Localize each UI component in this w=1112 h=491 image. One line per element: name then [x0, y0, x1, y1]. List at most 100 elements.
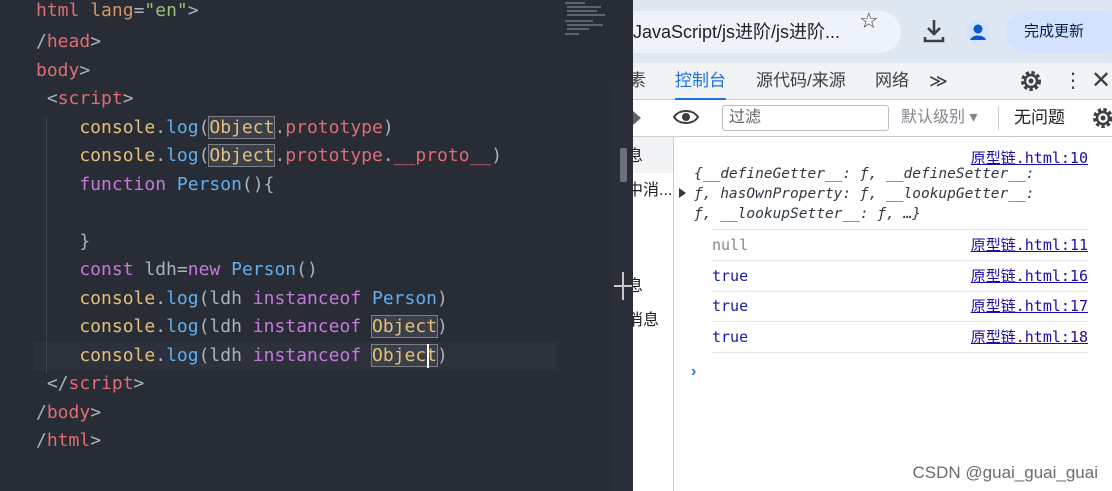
code-token: html [36, 0, 80, 21]
code-line[interactable]: console.log(ldh instanceof Object) [36, 342, 448, 370]
code-token: console [36, 316, 156, 337]
console-settings-gear-icon[interactable] [1090, 105, 1112, 131]
code-token: ldh [209, 288, 253, 309]
code-token: > [90, 31, 102, 52]
code-line[interactable]: console.log(Object.prototype.__proto__) [36, 142, 502, 170]
code-token: Object [370, 315, 439, 338]
tab-console[interactable]: 控制台 [675, 63, 726, 100]
code-token: ) [382, 117, 394, 138]
code-token: > [133, 373, 145, 394]
more-tabs-icon[interactable]: ≫ [929, 63, 948, 99]
code-token: ( [198, 316, 210, 337]
code-token: . [274, 145, 286, 166]
code-token: html [46, 430, 91, 451]
code-token: . [155, 145, 167, 166]
expand-triangle-icon[interactable] [679, 188, 686, 198]
download-icon[interactable] [921, 17, 947, 45]
log-value: true [712, 297, 749, 315]
code-token: . [382, 145, 394, 166]
issues-counter[interactable]: 无问题 [1014, 100, 1065, 136]
code-token: ( [198, 117, 210, 138]
code-line[interactable]: <script> [36, 85, 134, 113]
source-link[interactable]: 原型链.html:16 [971, 261, 1088, 291]
log-levels-dropdown[interactable]: 默认级别 ▾ [901, 100, 977, 136]
code-token: . [155, 288, 167, 309]
tab-sources[interactable]: 源代码/来源 [756, 63, 846, 99]
close-icon[interactable]: ✕ [1091, 64, 1111, 98]
code-token: / [36, 31, 47, 52]
code-line[interactable]: html lang="en"> [36, 0, 199, 25]
console-prompt[interactable]: › [691, 363, 696, 381]
url-text[interactable]: JavaScript/js进阶/js进阶... [633, 11, 840, 53]
code-line[interactable]: function Person(){ [36, 171, 274, 199]
code-line[interactable]: const ldh=new Person() [36, 256, 317, 284]
source-link[interactable]: 原型链.html:17 [971, 291, 1088, 321]
code-line[interactable]: console.log(ldh instanceof Object) [36, 313, 448, 341]
sidebar-item-user-messages[interactable]: 中消... [633, 180, 672, 202]
code-token: ) [491, 145, 503, 166]
object-preview[interactable]: {__defineGetter__: ƒ, __defineSetter__: … [694, 164, 1054, 224]
log-value: true [712, 328, 749, 346]
sidebar-item-messages[interactable]: 息 [633, 146, 643, 168]
code-token: instanceof [252, 288, 362, 309]
code-token: > [90, 430, 102, 451]
tab-elements[interactable]: 素 [633, 63, 646, 99]
scrollbar-thumb[interactable] [620, 148, 627, 182]
code-token: . [155, 117, 167, 138]
editor-scrollbar[interactable] [612, 82, 633, 491]
text-cursor [427, 344, 429, 368]
update-button[interactable]: 完成更新 [1006, 11, 1112, 53]
code-token: console [36, 345, 156, 366]
code-line[interactable]: /head> [36, 28, 101, 56]
sidebar-item-verbose[interactable]: 消息 [633, 310, 659, 332]
code-token: Person [231, 259, 297, 280]
sidebar-toggle-icon[interactable] [633, 111, 641, 125]
tab-network[interactable]: 网络 [875, 63, 909, 99]
profile-icon[interactable] [965, 19, 991, 45]
code-token: > [187, 0, 199, 21]
console-entry: true 原型链.html:17 [712, 291, 1088, 322]
code-token: log [166, 145, 199, 166]
object-line: ƒ, hasOwnProperty: ƒ, __lookupGetter__: [694, 186, 1035, 202]
code-line[interactable]: /html> [36, 427, 101, 455]
code-token: console [36, 145, 156, 166]
code-line[interactable]: body> [36, 57, 90, 85]
code-token: ( [198, 288, 210, 309]
code-token: ) [437, 345, 448, 366]
code-token: = [133, 0, 145, 21]
code-line[interactable]: console.log(Object.prototype) [36, 114, 394, 142]
eye-icon[interactable] [673, 108, 699, 126]
code-token: console [36, 288, 156, 309]
source-link[interactable]: 原型链.html:11 [971, 230, 1088, 260]
code-token: ldh [133, 259, 177, 280]
code-line[interactable]: } [36, 228, 90, 256]
settings-gear-icon[interactable] [1018, 68, 1044, 94]
console-entry: null 原型链.html:11 [712, 230, 1088, 261]
browser-toolbar: JavaScript/js进阶/js进阶... ☆ 完成更新 [633, 0, 1112, 63]
more-options-icon[interactable]: ⋮ [1063, 67, 1083, 95]
code-token: prototype [285, 145, 383, 166]
code-token: const [36, 259, 134, 280]
code-token: / [36, 402, 47, 423]
code-line[interactable]: /body> [36, 399, 101, 427]
code-token: > [122, 88, 134, 109]
code-token: __proto__ [393, 145, 492, 166]
code-line[interactable]: console.log(ldh instanceof Person) [36, 285, 448, 313]
log-value: true [712, 267, 749, 285]
code-token: ) [437, 288, 448, 309]
console-sidebar: 息 中消... 息 消息 [633, 137, 674, 491]
console-entry: true 原型链.html:16 [712, 261, 1088, 292]
filter-input[interactable] [727, 106, 881, 130]
minimap[interactable] [563, 0, 609, 40]
source-link[interactable]: 原型链.html:18 [971, 322, 1088, 352]
code-editor[interactable]: html lang="en"> /head> body> <script> cons… [0, 0, 612, 491]
code-token: Person [176, 174, 242, 195]
star-icon[interactable]: ☆ [859, 8, 879, 34]
code-token: ldh [209, 316, 253, 337]
code-line[interactable]: </script> [36, 370, 145, 398]
code-token: new [187, 259, 221, 280]
sidebar-item-info[interactable]: 息 [633, 276, 643, 298]
filter-field[interactable] [722, 105, 889, 131]
code-token: < [36, 88, 58, 109]
